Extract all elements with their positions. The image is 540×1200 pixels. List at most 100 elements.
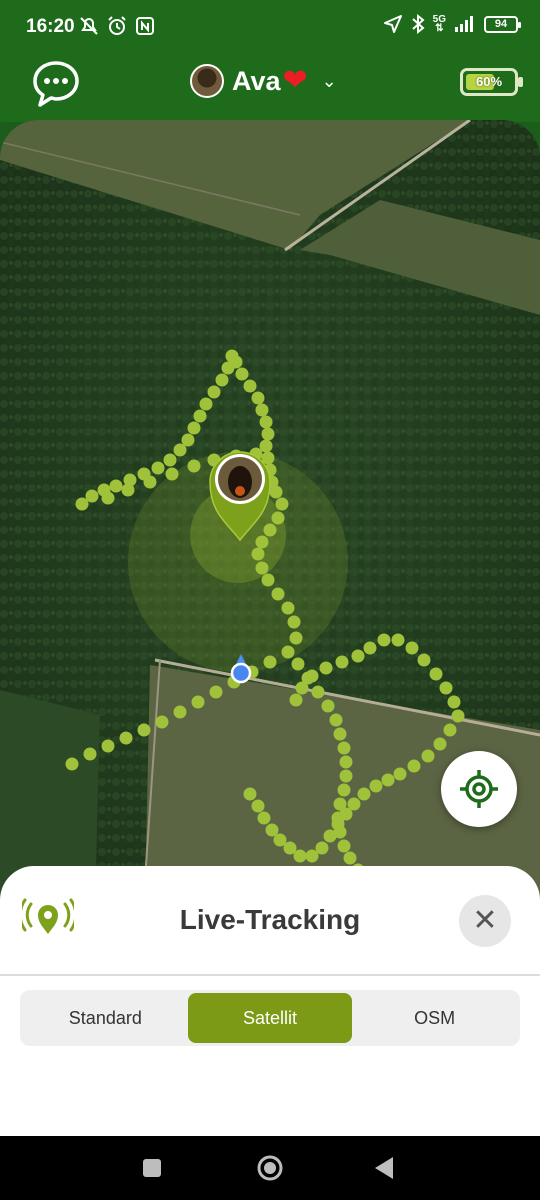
track-point [391, 633, 405, 647]
system-nav-bar [0, 1136, 540, 1200]
track-point [191, 695, 205, 709]
sheet-divider [0, 974, 540, 976]
track-point [363, 641, 377, 655]
track-point [101, 491, 115, 505]
track-point [215, 373, 229, 387]
track-point [407, 759, 421, 773]
bottom-sheet: Live-Tracking ✕ Standard Satellit OSM [0, 866, 540, 1136]
track-point [75, 497, 89, 511]
home-button[interactable] [254, 1152, 286, 1184]
network-label: 5G [432, 14, 446, 25]
track-point [207, 385, 221, 399]
top-bar: 16:20 5G ⇅ 94 Ava ❤ ⌄ 60% [0, 0, 540, 122]
alarm-icon [108, 16, 126, 35]
track-point [101, 739, 115, 753]
status-icons-left [78, 15, 156, 37]
crosshair-icon [460, 770, 498, 808]
heart-icon: ❤ [282, 64, 308, 97]
track-point [243, 379, 257, 393]
back-button[interactable] [368, 1152, 400, 1184]
status-bar: 16:20 5G ⇅ 94 [0, 0, 540, 54]
track-point [225, 349, 239, 363]
phone-battery: 94 [484, 15, 521, 33]
track-point [329, 713, 343, 727]
track-point [321, 699, 335, 713]
user-location-dot [230, 662, 252, 684]
track-point [271, 511, 285, 525]
track-point [255, 403, 269, 417]
track-point [271, 587, 285, 601]
track-point [319, 661, 333, 675]
map-type-selector: Standard Satellit OSM [20, 990, 520, 1046]
track-point [287, 615, 301, 629]
track-point [275, 497, 289, 511]
track-point [251, 391, 265, 405]
track-point [331, 817, 345, 831]
track-point [343, 851, 357, 865]
track-point [447, 695, 461, 709]
track-point [263, 655, 277, 669]
track-point [281, 645, 295, 659]
track-point [143, 475, 157, 489]
track-point [393, 767, 407, 781]
track-point [235, 367, 249, 381]
track-point [243, 787, 257, 801]
track-point [265, 823, 279, 837]
locate-button[interactable] [441, 751, 517, 827]
track-point [259, 415, 273, 429]
status-time: 16:20 [26, 16, 75, 37]
track-point [429, 667, 443, 681]
track-point [151, 461, 165, 475]
track-point [351, 649, 365, 663]
track-point [451, 709, 465, 723]
track-point [65, 757, 79, 771]
dog-name: Ava [232, 65, 281, 96]
tracker-battery: 60% [460, 68, 523, 96]
track-point [109, 479, 123, 493]
track-point [263, 523, 277, 537]
track-point [305, 849, 319, 863]
track-point [121, 483, 135, 497]
track-point [417, 653, 431, 667]
tracker-battery-label: 60% [475, 74, 503, 89]
signal-icon [455, 16, 473, 32]
track-point [357, 787, 371, 801]
track-point [377, 633, 391, 647]
track-point [251, 547, 265, 561]
track-point [291, 657, 305, 671]
dog-selector[interactable]: Ava ❤ ⌄ [190, 64, 337, 98]
track-point [155, 715, 169, 729]
track-point [323, 829, 337, 843]
track-point [257, 811, 271, 825]
satellite-map[interactable] [0, 120, 540, 900]
app-header: Ava ❤ ⌄ 60% [0, 54, 540, 122]
track-point [281, 601, 295, 615]
track-point [261, 427, 275, 441]
track-point [165, 467, 179, 481]
track-point [369, 779, 383, 793]
chat-bubble-icon[interactable] [30, 58, 82, 110]
chevron-down-icon: ⌄ [321, 70, 337, 91]
dog-avatar [190, 64, 224, 98]
track-point [173, 705, 187, 719]
close-button[interactable]: ✕ [459, 895, 511, 947]
track-point [339, 769, 353, 783]
track-point [439, 681, 453, 695]
nfc-icon [136, 17, 154, 35]
track-point [339, 755, 353, 769]
recents-button[interactable] [136, 1152, 168, 1184]
map-type-osm[interactable]: OSM [352, 993, 517, 1043]
track-point [209, 685, 223, 699]
back-triangle-icon [375, 1157, 393, 1179]
track-point [381, 773, 395, 787]
track-point [119, 731, 133, 745]
track-point [261, 573, 275, 587]
track-point [289, 693, 303, 707]
track-point [305, 669, 319, 683]
app-screen: 16:20 5G ⇅ 94 Ava ❤ ⌄ 60% Live-Tracking … [0, 0, 540, 1200]
track-point [193, 409, 207, 423]
track-point [187, 459, 201, 473]
map-type-satellite[interactable]: Satellit [187, 993, 353, 1043]
map-type-standard[interactable]: Standard [23, 993, 188, 1043]
track-point [137, 723, 151, 737]
